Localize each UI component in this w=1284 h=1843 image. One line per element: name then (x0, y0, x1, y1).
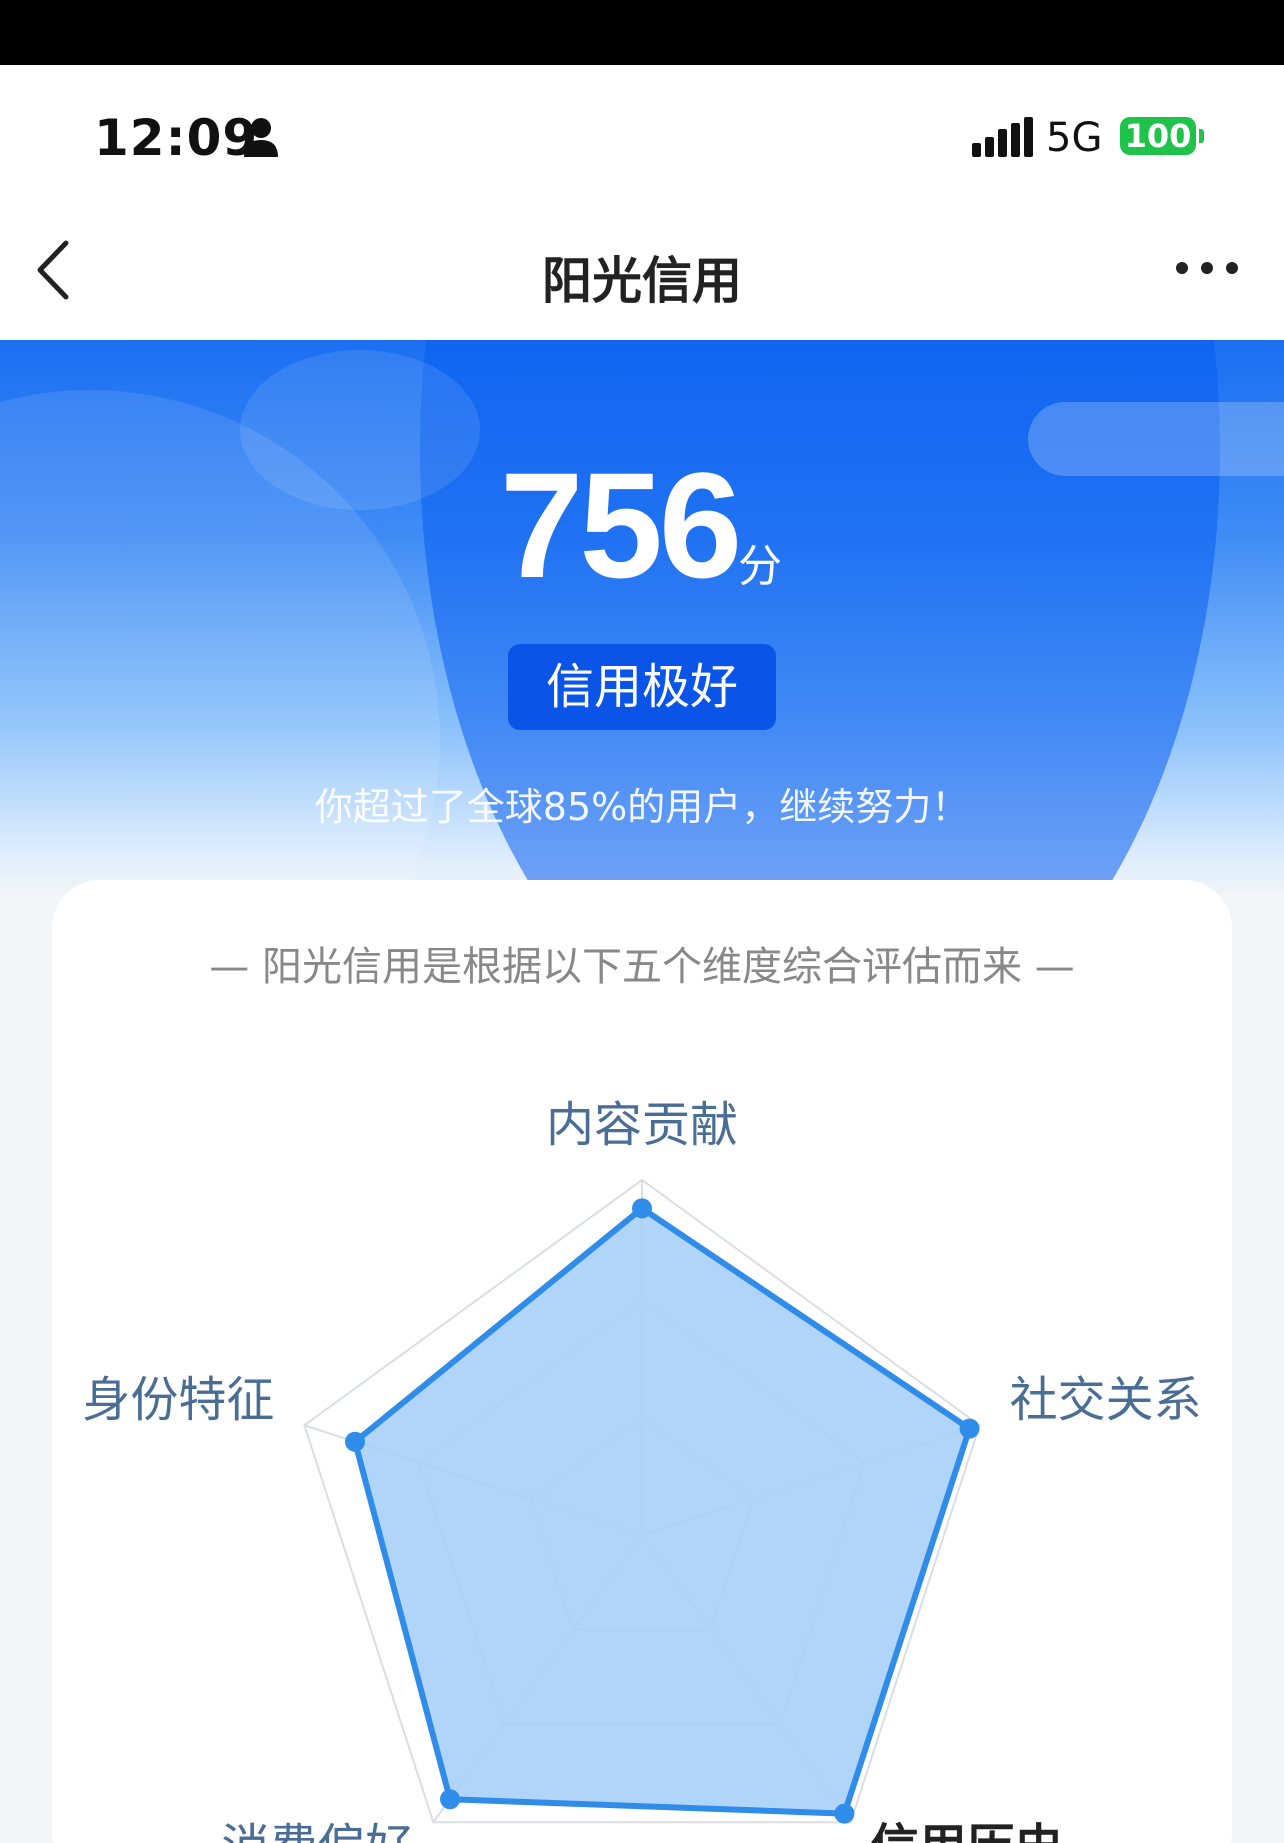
network-type: 5G (1046, 115, 1103, 161)
navigation-bar: 阳光信用 (0, 195, 1284, 340)
decorative-bubble (240, 350, 480, 510)
percentile-note: 你超过了全球85%的用户，继续努力！ (314, 785, 970, 829)
decorative-pill (1028, 402, 1284, 476)
more-options-icon[interactable] (1172, 257, 1242, 279)
radar-axis-label[interactable]: 内容贡献 (546, 1085, 738, 1155)
status-time: 12:09 (94, 109, 259, 167)
score-unit: 分 (738, 541, 782, 592)
radar-point-0 (632, 1198, 652, 1219)
dimensions-card: — 阳光信用是根据以下五个维度综合评估而来 — 内容贡献社交关系信用历史消费偏好… (52, 880, 1232, 1843)
radar-axis-label[interactable]: 社交关系 (1010, 1360, 1202, 1430)
radar-point-3 (440, 1789, 461, 1810)
credit-level-badge[interactable]: 信用极好 (508, 644, 776, 730)
page: 12:09 5G 100 阳光信用 756 分 信用极好 你超过了全球85%的用… (0, 0, 1284, 1843)
battery-cap (1199, 129, 1204, 143)
radar-point-4 (345, 1431, 366, 1452)
radar-axis-label[interactable]: 信用历史 (871, 1807, 1063, 1843)
battery-indicator: 100 (1120, 117, 1196, 155)
person-icon (244, 118, 278, 157)
radar-axis-label[interactable]: 消费偏好 (221, 1807, 413, 1843)
score-hero: 756 分 信用极好 你超过了全球85%的用户，继续努力！ (0, 340, 1284, 900)
radar-point-1 (959, 1418, 980, 1439)
top-black-bar (0, 0, 1284, 65)
credit-score: 756 (500, 441, 742, 609)
page-title: 阳光信用 (542, 252, 742, 310)
radar-point-2 (834, 1803, 855, 1824)
radar-data-area (352, 1205, 973, 1817)
radar-axis-label[interactable]: 身份特征 (82, 1360, 274, 1430)
signal-icon (972, 117, 1033, 157)
status-bar: 12:09 5G 100 (0, 65, 1284, 195)
